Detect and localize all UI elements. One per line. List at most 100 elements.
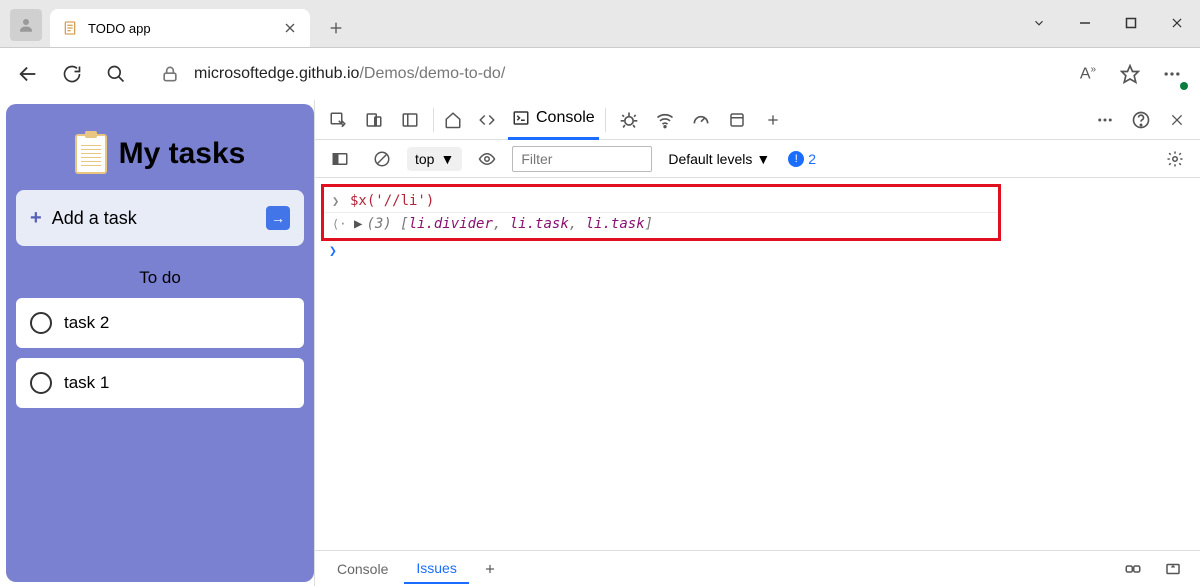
performance-tab[interactable] (684, 103, 718, 137)
network-tab[interactable] (648, 103, 682, 137)
elements-tab[interactable] (474, 100, 506, 140)
clipboard-icon (75, 134, 107, 174)
filter-input[interactable] (512, 146, 652, 172)
wifi-icon (655, 110, 675, 130)
console-icon (512, 109, 530, 127)
document-icon (62, 20, 78, 36)
inspect-button[interactable] (321, 103, 355, 137)
drawer-issues-tab[interactable]: Issues (404, 554, 468, 584)
more-tabs-button[interactable] (756, 103, 790, 137)
favorite-button[interactable] (1110, 54, 1150, 94)
console-output-line: ⟨· ▶ (3) [li.divider, li.task, li.task] (324, 213, 998, 235)
clear-console-button[interactable] (365, 142, 399, 176)
highlight-annotation: ❯ $x('//li') ⟨· ▶ (3) [li.divider, li.ta… (321, 184, 1001, 241)
console-output-text: (3) [li.divider, li.task, li.task] (366, 216, 653, 232)
new-tab-button[interactable] (320, 12, 352, 44)
maximize-button[interactable] (1108, 0, 1154, 47)
application-icon (728, 111, 746, 129)
devtools-tabbar: Console (315, 100, 1200, 140)
device-toggle-button[interactable] (357, 103, 391, 137)
console-input-text: $x('//li') (350, 193, 434, 209)
task-item[interactable]: task 1 (16, 358, 304, 408)
browser-tab[interactable]: TODO app (50, 9, 310, 47)
eye-icon (478, 150, 496, 168)
profile-button[interactable] (10, 9, 42, 41)
maximize-icon (1125, 17, 1137, 29)
help-icon (1131, 110, 1151, 130)
context-label: top (415, 151, 434, 167)
welcome-tab[interactable] (440, 100, 472, 140)
link-icon (1124, 560, 1142, 578)
inspect-icon (329, 111, 347, 129)
close-icon (1169, 112, 1185, 128)
menu-button[interactable] (1152, 54, 1192, 94)
close-devtools-button[interactable] (1160, 103, 1194, 137)
arrow-left-icon (17, 63, 39, 85)
task-label: task 2 (64, 313, 109, 333)
console-tab[interactable]: Console (508, 100, 599, 140)
settings-button[interactable] (1158, 142, 1192, 176)
page-header: My tasks (16, 114, 304, 190)
clear-icon (373, 150, 391, 168)
close-window-button[interactable] (1154, 0, 1200, 47)
home-icon (444, 111, 462, 129)
issues-badge[interactable]: !2 (788, 151, 816, 167)
gear-icon (1166, 150, 1184, 168)
expand-triangle-icon[interactable]: ▶ (354, 216, 362, 232)
console-prompt[interactable]: ❯ (315, 241, 1200, 262)
output-prompt-icon: ⟨· (332, 217, 350, 231)
user-icon (17, 16, 35, 34)
console-body[interactable]: ❯ $x('//li') ⟨· ▶ (3) [li.divider, li.ta… (315, 178, 1200, 550)
more-options-button[interactable] (1088, 103, 1122, 137)
dots-icon (1162, 64, 1182, 84)
browser-nav: microsoftedge.github.io/Demos/demo-to-do… (0, 48, 1200, 100)
issue-count: 2 (808, 151, 816, 167)
devtools-drawer: Console Issues (315, 550, 1200, 586)
dock-button[interactable] (393, 103, 427, 137)
lock-icon (160, 64, 180, 84)
chevron-down-icon: ▼ (756, 151, 770, 167)
back-button[interactable] (8, 54, 48, 94)
expand-icon (1164, 560, 1182, 578)
plus-icon (328, 20, 344, 36)
console-toolbar: top ▼ Default levels ▼ !2 (315, 140, 1200, 178)
log-levels-selector[interactable]: Default levels ▼ (668, 151, 770, 167)
devtools-panel: Console top ▼ Default levels ▼ !2 (314, 100, 1200, 586)
read-aloud-button[interactable]: A» (1068, 54, 1108, 94)
task-item[interactable]: task 2 (16, 298, 304, 348)
chevron-down-button[interactable] (1016, 0, 1062, 47)
submit-arrow-icon[interactable]: → (266, 206, 290, 230)
drawer-console-tab[interactable]: Console (325, 555, 400, 583)
radio-icon[interactable] (30, 312, 52, 334)
minimize-button[interactable] (1062, 0, 1108, 47)
refresh-button[interactable] (52, 54, 92, 94)
input-prompt-icon: ❯ (332, 194, 350, 208)
star-icon (1120, 64, 1140, 84)
text-icon: A» (1080, 64, 1096, 83)
drawer-add-tab-button[interactable] (473, 552, 507, 586)
plus-icon (483, 562, 497, 576)
window-controls (1016, 0, 1200, 47)
bug-icon (619, 110, 639, 130)
drawer-link-button[interactable] (1116, 552, 1150, 586)
dock-icon (401, 111, 419, 129)
close-icon[interactable] (282, 20, 298, 36)
help-button[interactable] (1124, 103, 1158, 137)
sidebar-toggle-button[interactable] (323, 142, 357, 176)
device-icon (365, 111, 383, 129)
add-task-button[interactable]: + Add a task → (16, 190, 304, 246)
context-selector[interactable]: top ▼ (407, 147, 462, 171)
levels-label: Default levels (668, 151, 752, 167)
search-icon (106, 64, 126, 84)
url-text: microsoftedge.github.io/Demos/demo-to-do… (194, 65, 505, 83)
address-bar[interactable]: microsoftedge.github.io/Demos/demo-to-do… (150, 56, 1054, 92)
sidebar-icon (331, 150, 349, 168)
search-button[interactable] (96, 54, 136, 94)
sources-tab[interactable] (612, 103, 646, 137)
drawer-expand-button[interactable] (1156, 552, 1190, 586)
live-expression-button[interactable] (470, 142, 504, 176)
application-tab[interactable] (720, 103, 754, 137)
plus-icon (765, 112, 781, 128)
browser-titlebar: TODO app (0, 0, 1200, 48)
radio-icon[interactable] (30, 372, 52, 394)
